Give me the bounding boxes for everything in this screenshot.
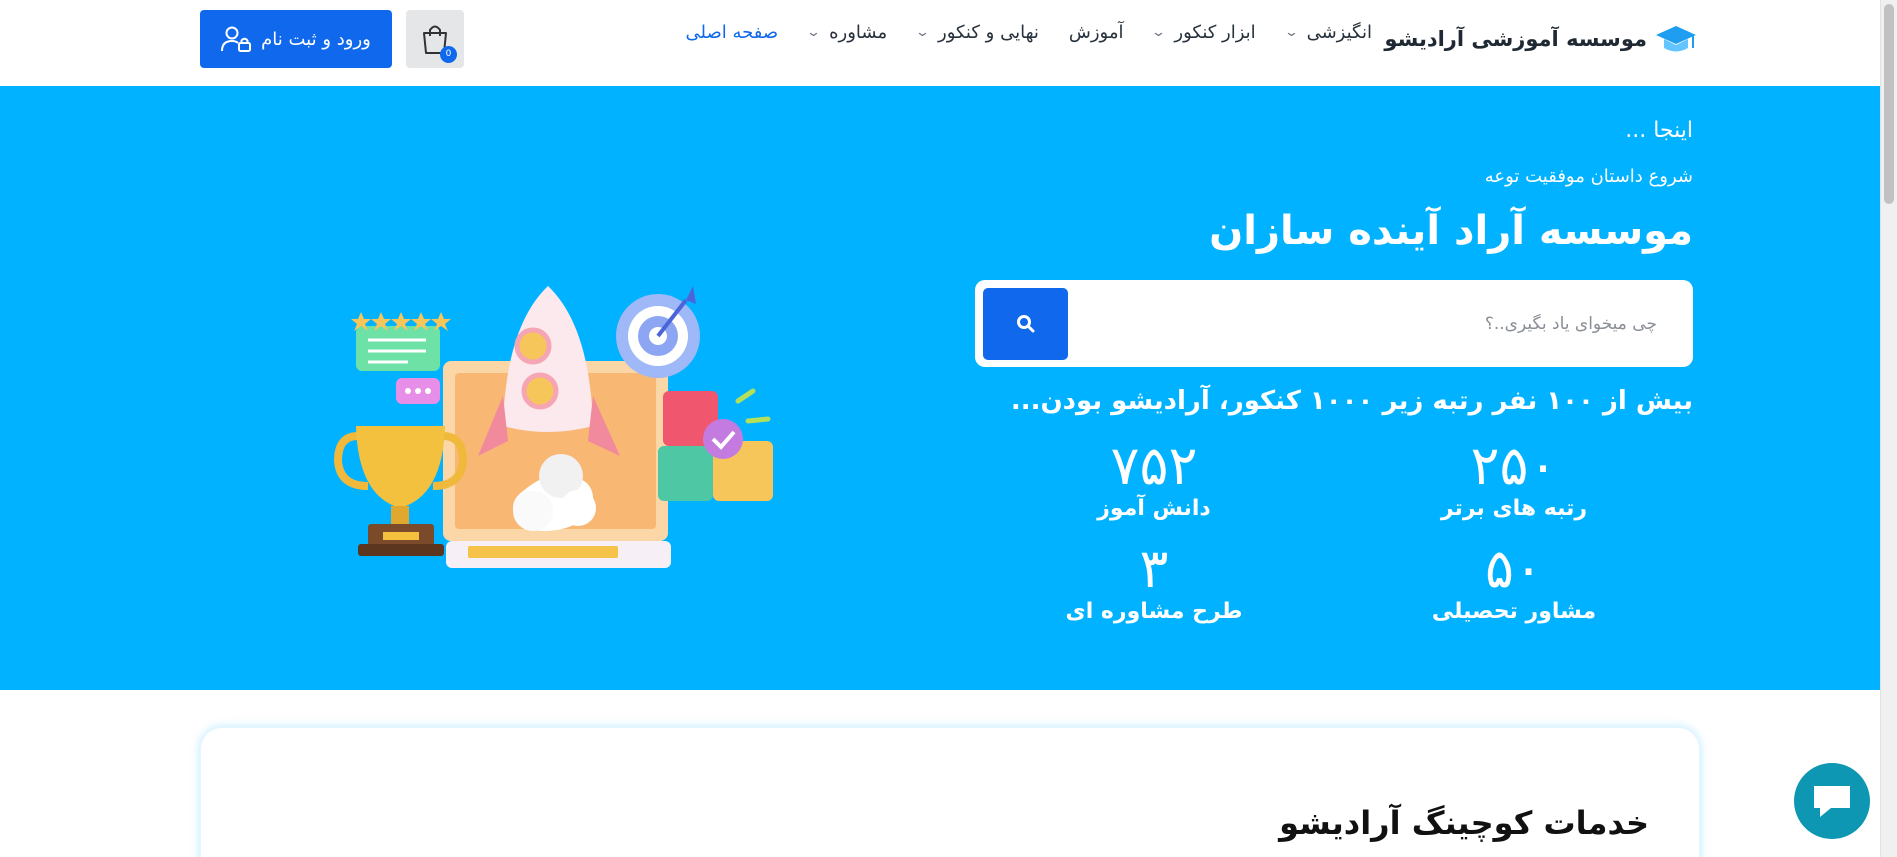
- services-title: خدمات کوچینگ آرادیشو: [1279, 804, 1649, 842]
- graduation-cap-icon: [1656, 26, 1696, 52]
- chevron-down-icon: ⌄: [806, 25, 822, 40]
- nav-item-label: ابزار کنکور: [1174, 22, 1256, 43]
- scrollbar-thumb[interactable]: [1884, 4, 1894, 204]
- chevron-down-icon: ⌄: [914, 25, 931, 40]
- stat-value: ۳: [1139, 537, 1169, 600]
- nav-item-motivational[interactable]: انگیزشی ⌄: [1283, 22, 1372, 43]
- stat-label: دانش آموز: [1097, 496, 1211, 521]
- chat-button[interactable]: [1794, 763, 1870, 839]
- nav-item-label: آموزش: [1068, 22, 1124, 43]
- page-scrollbar[interactable]: [1880, 0, 1897, 857]
- search-form: [975, 280, 1693, 367]
- stat-advisors: ۵۰ مشاور تحصیلی: [1404, 537, 1624, 625]
- brand[interactable]: موسسه آموزشی آرادیشو: [1384, 22, 1697, 56]
- search-icon: [1016, 315, 1034, 333]
- hero-tagline: بیش از ۱۰۰ نفر رتبه زیر ۱۰۰۰ کنکور، آراد…: [1010, 386, 1693, 416]
- hero-illustration: [333, 286, 773, 568]
- stat-label: مشاور تحصیلی: [1431, 599, 1597, 624]
- nav-item-konkur-tools[interactable]: ابزار کنکور ⌄: [1151, 22, 1256, 43]
- stat-label: رتبه های برتر: [1440, 496, 1588, 521]
- site-header: موسسه آموزشی آرادیشو صفحه اصلی مشاوره ⌄ …: [0, 0, 1897, 86]
- login-register-button[interactable]: ورود و ثبت نام: [200, 10, 392, 68]
- hero-section: اینجا ... شروع داستان موفقیت توعه موسسه …: [0, 86, 1897, 690]
- hero-subtitle: شروع داستان موفقیت توعه: [1484, 166, 1693, 187]
- nav-item-education[interactable]: آموزش: [1069, 22, 1124, 43]
- chevron-down-icon: ⌄: [1283, 25, 1299, 40]
- login-label: ورود و ثبت نام: [261, 28, 371, 50]
- stat-value: ۷۵۲: [1110, 434, 1198, 497]
- stat-value: ۵۰: [1484, 537, 1543, 600]
- brand-name: موسسه آموزشی آرادیشو: [1384, 27, 1647, 51]
- nav-item-label: مشاوره: [829, 22, 888, 43]
- nav-item-consulting[interactable]: مشاوره ⌄: [806, 22, 888, 43]
- stat-plans: ۳ طرح مشاوره ای: [1044, 537, 1264, 625]
- review-bubbles-illustration: [351, 312, 451, 404]
- search-input[interactable]: [1097, 280, 1657, 367]
- stat-students: ۷۵۲ دانش آموز: [1044, 434, 1264, 522]
- nav-item-final-konkur[interactable]: نهایی و کنکور ⌄: [914, 22, 1039, 43]
- cart-count-badge: 0: [440, 46, 457, 63]
- main-nav: صفحه اصلی مشاوره ⌄ نهایی و کنکور ⌄ آموزش…: [686, 22, 1372, 43]
- stat-value: ۲۵۰: [1470, 434, 1558, 497]
- puzzle-illustration: [658, 388, 773, 501]
- cart-button[interactable]: 0: [406, 10, 464, 68]
- hero-intro: اینجا ...: [1625, 118, 1693, 143]
- nav-item-label: انگیزشی: [1306, 22, 1372, 43]
- chevron-down-icon: ⌄: [1151, 25, 1167, 40]
- target-illustration: [616, 286, 700, 378]
- user-lock-icon: [221, 26, 252, 52]
- search-button[interactable]: [983, 288, 1068, 360]
- services-card: خدمات کوچینگ آرادیشو: [200, 727, 1700, 857]
- stat-top-ranks: ۲۵۰ رتبه های برتر: [1404, 434, 1624, 522]
- stat-label: طرح مشاوره ای: [1065, 599, 1243, 624]
- nav-item-label: صفحه اصلی: [685, 22, 779, 43]
- hero-title: موسسه آراد آینده سازان: [1209, 208, 1693, 254]
- nav-item-home[interactable]: صفحه اصلی: [686, 22, 779, 43]
- nav-item-label: نهایی و کنکور: [938, 22, 1039, 43]
- chat-bubble-icon: [1814, 786, 1850, 817]
